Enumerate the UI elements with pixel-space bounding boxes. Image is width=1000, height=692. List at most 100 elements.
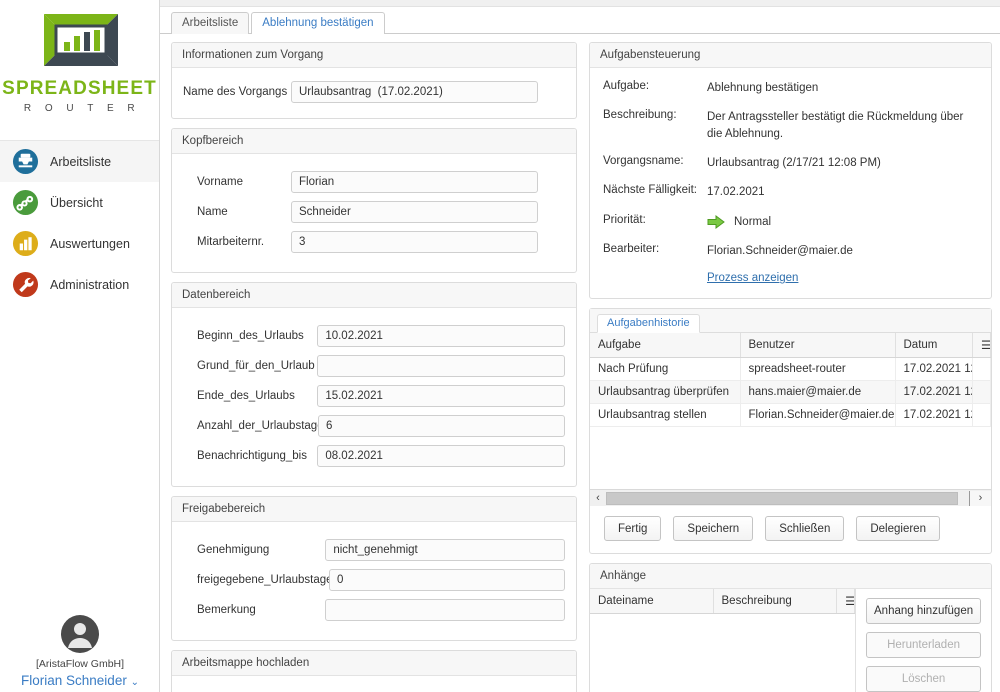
task-key: Aufgabe: xyxy=(603,80,650,92)
scrollbar-thumb[interactable] xyxy=(606,491,959,505)
bemerkung-input[interactable] xyxy=(325,599,565,621)
delegieren-button[interactable]: Delegieren xyxy=(856,516,940,542)
tab-arbeitsliste[interactable]: Arbeitsliste xyxy=(171,12,250,34)
user-block: [AristaFlow GmbH] Florian Schneider ⌄ xyxy=(0,614,160,688)
task-value: Der Antragssteller bestätigt die Rückmel… xyxy=(707,111,964,140)
field-row-freigegebene-urlaubstage: freigegebene_Urlaubstage xyxy=(183,565,565,595)
cell-aufgabe: Urlaubsantrag stellen xyxy=(590,403,741,428)
cell-datum: 17.02.2021 12:10:22 xyxy=(895,380,973,405)
panel-body: Vorname Name Mitarbeiternr. xyxy=(172,154,576,272)
column-header-dateiname[interactable]: Dateiname xyxy=(590,589,714,615)
task-key: Nächste Fälligkeit: xyxy=(603,184,697,197)
scroll-right-icon[interactable]: › xyxy=(969,490,991,506)
task-value: Urlaubsantrag (2/17/21 12:08 PM) xyxy=(707,156,881,169)
fertig-button[interactable]: Fertig xyxy=(604,516,662,542)
anzahl-der-urlaubstage-input[interactable] xyxy=(318,415,565,437)
mitarbeiternr-input[interactable] xyxy=(291,231,538,253)
sidebar-item-arbeitsliste[interactable]: Arbeitsliste xyxy=(0,141,159,182)
top-strip xyxy=(160,0,1000,7)
brand-title: SPREADSHEET xyxy=(2,78,157,99)
genehmigung-input[interactable] xyxy=(325,539,565,561)
history-horizontal-scrollbar[interactable]: ‹ › xyxy=(590,489,991,507)
vorname-input[interactable] xyxy=(291,171,538,193)
schliessen-button[interactable]: Schließen xyxy=(765,516,845,542)
scroll-left-icon[interactable]: ‹ xyxy=(590,490,606,506)
speichern-button[interactable]: Speichern xyxy=(673,516,754,542)
panel-body xyxy=(172,676,576,692)
task-value: Ablehnung bestätigen xyxy=(707,82,819,94)
field-row-mitarbeiternr: Mitarbeiternr. xyxy=(183,227,565,257)
panel-title: Freigabebereich xyxy=(172,497,576,522)
green-arrow-icon xyxy=(707,214,725,229)
prozess-anzeigen-link[interactable]: Prozess anzeigen xyxy=(707,272,798,284)
panel-title: Informationen zum Vorgang xyxy=(172,43,576,68)
field-row-anzahl-der-urlaubstage: Anzahl_der_Urlaubstage xyxy=(183,411,565,441)
hamburger-icon[interactable]: ☰ xyxy=(972,333,991,359)
cell-aufgabe: Urlaubsantrag überprüfen xyxy=(590,380,741,405)
panel-body: Aufgabe: Ablehnung bestätigen Beschreibu… xyxy=(590,68,991,298)
table-row[interactable]: Nach Prüfung spreadsheet-router 17.02.20… xyxy=(590,357,991,382)
cell-datum: 17.02.2021 12:10:23 xyxy=(895,357,973,382)
field-label: Name des Vorgangs xyxy=(183,86,288,98)
hamburger-icon[interactable]: ☰ xyxy=(836,589,856,615)
task-value: Florian.Schneider@maier.de xyxy=(707,244,853,257)
table-row[interactable]: Urlaubsantrag stellen Florian.Schneider@… xyxy=(590,403,991,428)
panel-datenbereich: Datenbereich Beginn_des_Urlaubs Grund_fü… xyxy=(171,282,577,487)
table-header-row: Aufgabe Benutzer Datum ☰ xyxy=(590,333,991,359)
panel-title: Arbeitsmappe hochladen xyxy=(172,651,576,676)
anhang-hinzufuegen-button[interactable]: Anhang hinzufügen xyxy=(866,598,982,625)
column-header-benutzer[interactable]: Benutzer xyxy=(740,333,896,359)
panel-aufgabenhistorie: Aufgabenhistorie Aufgabe Benutzer Datum … xyxy=(589,308,992,555)
name-des-vorgangs-input[interactable] xyxy=(291,81,538,103)
cell-benutzer: Florian.Schneider@maier.de xyxy=(740,403,896,428)
grund-fuer-den-urlaub-input[interactable] xyxy=(317,355,565,377)
task-key: Beschreibung: xyxy=(603,109,677,122)
spreadsheet-router-logo-icon xyxy=(43,14,118,66)
cell-aufgabe: Nach Prüfung xyxy=(590,357,741,382)
field-label: freigegebene_Urlaubstage xyxy=(197,574,333,586)
scrollbar-track[interactable] xyxy=(606,491,969,505)
attachments-button-column: Anhang hinzufügen Herunterladen Löschen xyxy=(856,589,991,692)
brand-subtitle: R O U T E R xyxy=(23,103,141,114)
task-row-beschreibung: Beschreibung: Der Antragssteller bestäti… xyxy=(603,109,978,142)
sidebar-item-uebersicht[interactable]: Übersicht xyxy=(0,182,159,223)
column-header-beschreibung[interactable]: Beschreibung xyxy=(713,589,838,615)
field-label: Grund_für_den_Urlaub xyxy=(197,360,315,372)
sidebar-item-label: Auswertungen xyxy=(50,236,130,251)
tab-ablehnung-bestaetigen[interactable]: Ablehnung bestätigen xyxy=(251,12,385,34)
column-header-datum[interactable]: Datum xyxy=(895,333,973,359)
task-row-naechste-faelligkeit: Nächste Fälligkeit: 17.02.2021 xyxy=(603,184,978,200)
history-tab-bar: Aufgabenhistorie xyxy=(590,309,991,334)
field-label: Name xyxy=(197,206,228,218)
user-menu-button[interactable]: Florian Schneider ⌄ xyxy=(0,673,160,688)
sidebar-item-administration[interactable]: Administration xyxy=(0,264,159,305)
sidebar-item-auswertungen[interactable]: Auswertungen xyxy=(0,223,159,264)
panel-body: Genehmigung freigegebene_Urlaubstage Bem… xyxy=(172,522,576,640)
freigegebene-urlaubstage-input[interactable] xyxy=(329,569,565,591)
benachrichtigung-bis-input[interactable] xyxy=(317,445,565,467)
field-label: Mitarbeiternr. xyxy=(197,236,265,248)
panel-title: Aufgabensteuerung xyxy=(590,43,991,68)
field-row-benachrichtigung-bis: Benachrichtigung_bis xyxy=(183,441,565,471)
panel-aufgabensteuerung: Aufgabensteuerung Aufgabe: Ablehnung bes… xyxy=(589,42,992,300)
field-label: Beginn_des_Urlaubs xyxy=(197,330,304,342)
name-input[interactable] xyxy=(291,201,538,223)
task-key: Bearbeiter: xyxy=(603,242,660,255)
tab-aufgabenhistorie[interactable]: Aufgabenhistorie xyxy=(597,314,700,334)
beginn-des-urlaubs-input[interactable] xyxy=(317,325,565,347)
columns: Informationen zum Vorgang Name des Vorga… xyxy=(160,34,1000,692)
field-label: Ende_des_Urlaubs xyxy=(197,390,295,402)
column-header-aufgabe[interactable]: Aufgabe xyxy=(590,333,741,359)
cell-datum: 17.02.2021 12:09:32 xyxy=(895,403,973,428)
avatar xyxy=(61,615,99,653)
sidebar: SPREADSHEET R O U T E R Arbeitsliste Übe… xyxy=(0,0,160,692)
user-name: Florian Schneider xyxy=(21,673,127,688)
inbox-icon xyxy=(12,148,39,175)
ende-des-urlaubs-input[interactable] xyxy=(317,385,565,407)
field-row-name-des-vorgangs: Name des Vorgangs xyxy=(183,77,565,107)
app-root: SPREADSHEET R O U T E R Arbeitsliste Übe… xyxy=(0,0,1000,692)
task-row-prioritaet: Priorität: Normal xyxy=(603,214,978,230)
bar-chart-icon xyxy=(12,230,39,257)
brand-logo: SPREADSHEET R O U T E R xyxy=(0,0,159,128)
table-row[interactable]: Urlaubsantrag überprüfen hans.maier@maie… xyxy=(590,380,991,405)
